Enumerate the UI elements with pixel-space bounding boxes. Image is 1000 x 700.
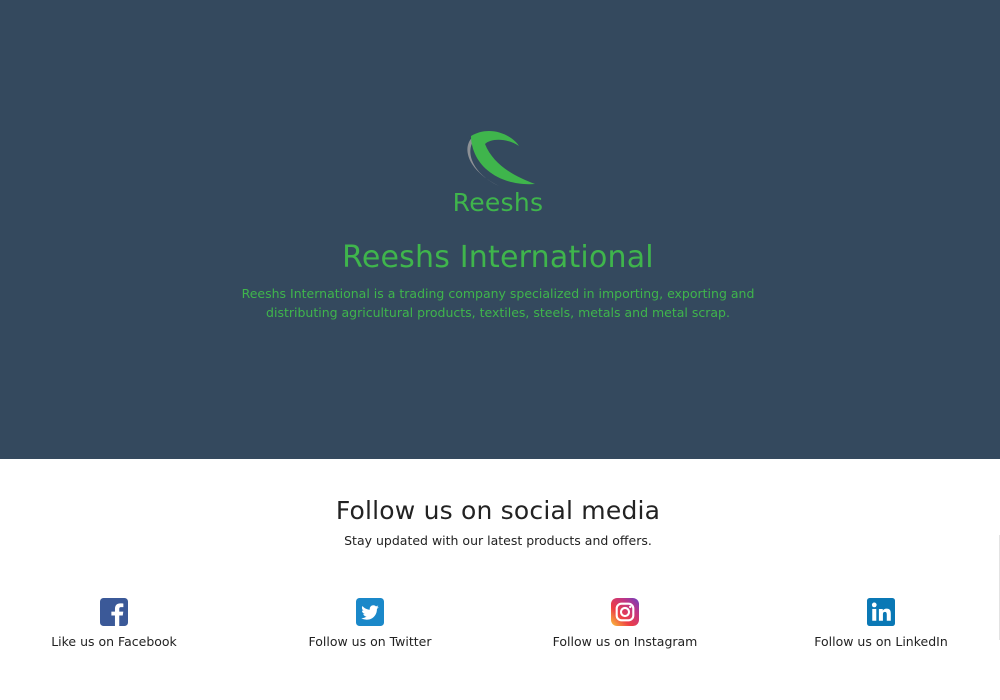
instagram-icon [611,598,639,626]
facebook-link-label: Like us on Facebook [51,634,177,649]
twitter-link-label: Follow us on Twitter [308,634,432,649]
page-title: Reeshs International [342,240,654,275]
twitter-link[interactable]: Follow us on Twitter [260,598,480,658]
linkedin-link-label: Follow us on LinkedIn [814,634,948,649]
social-section-title: Follow us on social media [335,496,661,525]
instagram-link[interactable]: Follow us on Instagram [515,598,735,658]
facebook-icon [100,598,128,626]
hero-section: Reeshs Reeshs International Reeshs Inter… [0,0,1000,459]
swoosh-logo-icon [467,130,535,186]
linkedin-icon [867,598,895,626]
linkedin-link[interactable]: Follow us on LinkedIn [771,598,991,658]
brand-logo[interactable]: Reeshs [440,122,560,222]
logo-text: Reeshs [452,188,544,217]
social-section-subtitle: Stay updated with our latest products an… [344,533,652,548]
twitter-icon [356,598,384,626]
company-description: Reeshs International is a trading compan… [241,286,755,320]
instagram-link-label: Follow us on Instagram [552,634,698,649]
facebook-link[interactable]: Like us on Facebook [4,598,224,658]
